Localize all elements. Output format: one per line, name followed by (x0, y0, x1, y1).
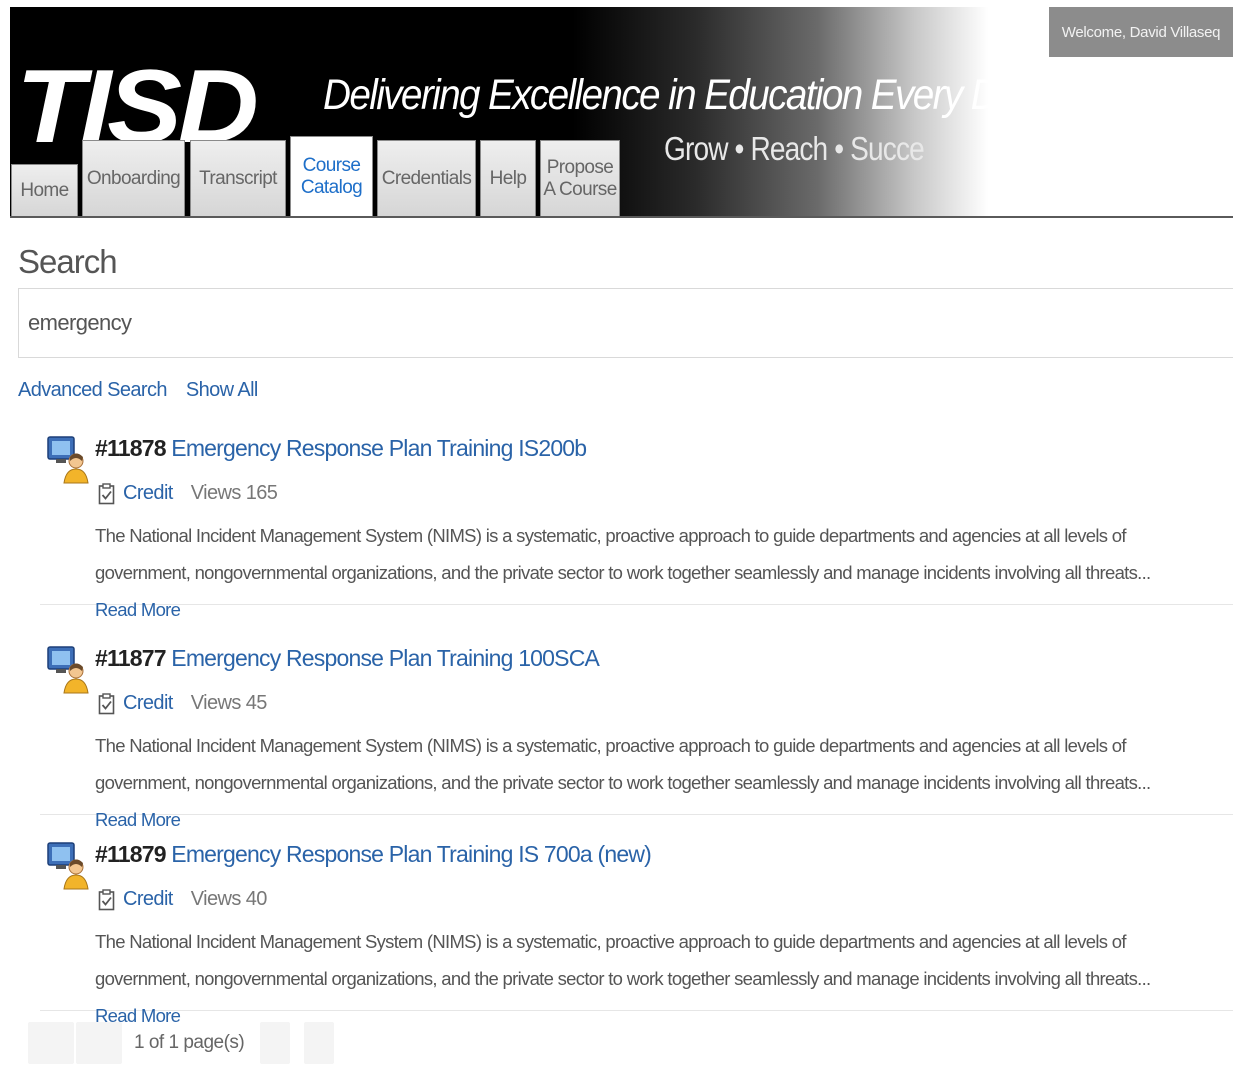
result-meta: Credit Views 165 (98, 482, 278, 505)
credit-label[interactable]: Credit (123, 482, 173, 505)
previous-page-button[interactable] (76, 1022, 122, 1064)
page-count-label: 1 of 1 page(s) (134, 1032, 245, 1053)
tab-label-line1: Propose (546, 156, 614, 178)
course-number: #11879 (95, 841, 166, 867)
tab-label-line2: Catalog (300, 176, 363, 198)
tab-label-line2: A Course (543, 178, 617, 200)
tab-label-line1: Course (302, 154, 361, 176)
site-tagline: Delivering Excellence in Education Every… (323, 71, 999, 119)
credit-label[interactable]: Credit (123, 692, 173, 715)
course-number: #11878 (95, 435, 166, 461)
last-page-button[interactable] (304, 1022, 335, 1064)
course-description: The National Incident Management System … (95, 727, 1180, 838)
tab-label: Transcript (199, 167, 277, 189)
result-item: #11879 Emergency Response Plan Training … (40, 831, 1233, 1026)
course-title-link[interactable]: Emergency Response Plan Training IS 700a… (171, 841, 652, 867)
course-title-link[interactable]: Emergency Response Plan Training IS200b (171, 435, 587, 461)
search-heading: Search (18, 243, 118, 280)
tab-label: Onboarding (86, 167, 181, 189)
course-description-text: The National Incident Management System … (95, 931, 1151, 989)
advanced-search-link[interactable]: Advanced Search (18, 379, 167, 401)
result-title-line: #11879 Emergency Response Plan Training … (95, 841, 652, 868)
search-links: Advanced Search Show All (18, 379, 272, 402)
tab-credentials[interactable]: Credentials (377, 140, 476, 216)
clipboard-check-icon (98, 692, 115, 714)
pagination: 1 of 1 page(s) (28, 1022, 335, 1064)
course-description: The National Incident Management System … (95, 517, 1180, 628)
tab-home[interactable]: Home (11, 164, 78, 216)
views-count: Views 165 (190, 482, 278, 504)
result-meta: Credit Views 45 (98, 692, 267, 715)
tab-label: Help (489, 167, 527, 189)
online-course-icon (47, 842, 89, 890)
clipboard-check-icon (98, 888, 115, 910)
result-item: #11878 Emergency Response Plan Training … (40, 425, 1233, 620)
online-course-icon (47, 646, 89, 694)
online-course-icon (47, 436, 89, 484)
search-input[interactable] (18, 288, 1233, 358)
result-item: #11877 Emergency Response Plan Training … (40, 635, 1233, 830)
show-all-link[interactable]: Show All (186, 379, 259, 401)
read-more-link[interactable]: Read More (95, 809, 181, 830)
tab-propose-a-course[interactable]: Propose A Course (540, 140, 620, 216)
site-subtagline: Grow • Reach • Succe (664, 130, 925, 167)
next-page-button[interactable] (260, 1022, 291, 1064)
course-description-text: The National Incident Management System … (95, 735, 1151, 793)
result-title-line: #11877 Emergency Response Plan Training … (95, 645, 600, 672)
tab-label: Home (20, 179, 69, 201)
site-header-banner: TISD Delivering Excellence in Education … (10, 7, 1233, 218)
course-title-link[interactable]: Emergency Response Plan Training 100SCA (171, 645, 600, 671)
clipboard-check-icon (98, 482, 115, 504)
first-page-button[interactable] (28, 1022, 74, 1064)
result-title-line: #11878 Emergency Response Plan Training … (95, 435, 587, 462)
tab-course-catalog[interactable]: Course Catalog (290, 136, 373, 216)
welcome-user-label[interactable]: Welcome, David Villaseq (1049, 7, 1233, 57)
views-count: Views 45 (190, 692, 268, 714)
read-more-link[interactable]: Read More (95, 599, 181, 620)
tab-help[interactable]: Help (480, 140, 536, 216)
course-description-text: The National Incident Management System … (95, 525, 1151, 583)
course-description: The National Incident Management System … (95, 923, 1180, 1034)
tab-label: Credentials (381, 167, 472, 189)
credit-label[interactable]: Credit (123, 888, 173, 911)
tab-transcript[interactable]: Transcript (190, 140, 286, 216)
result-meta: Credit Views 40 (98, 888, 267, 911)
views-count: Views 40 (190, 888, 268, 910)
course-number: #11877 (95, 645, 166, 671)
tab-onboarding[interactable]: Onboarding (82, 140, 185, 216)
